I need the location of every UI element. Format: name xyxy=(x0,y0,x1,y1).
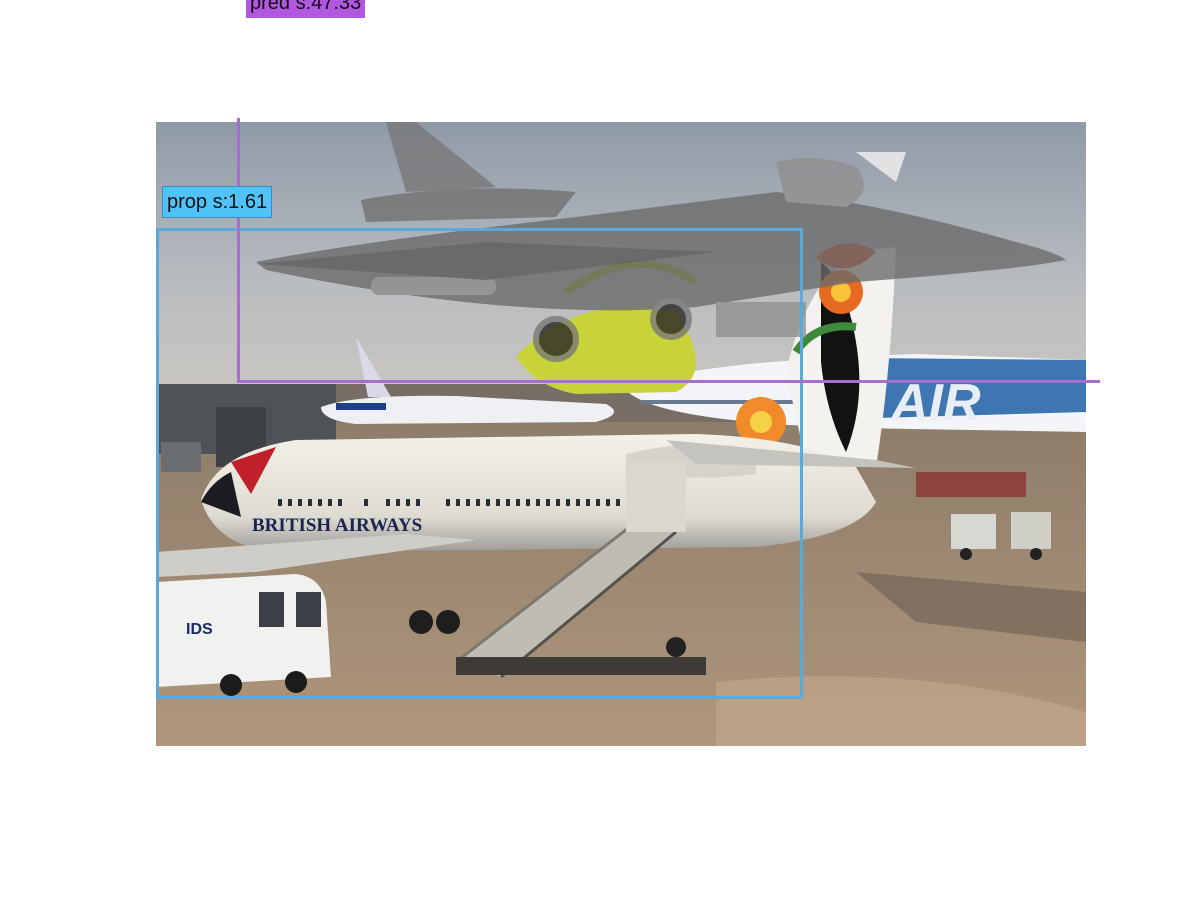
van-logo-text: IDS xyxy=(186,621,213,638)
proposal-score-label: prop s:1.61 xyxy=(162,186,273,218)
air-tail-text: AIR xyxy=(889,374,981,432)
livery-text: BRITISH AIRWAYS xyxy=(252,515,422,536)
prediction-score-label: pred s:47.33 xyxy=(246,0,366,18)
window-row xyxy=(278,499,680,506)
airport-photo: AIR BRITISH AIRWAYS IDS xyxy=(156,122,1086,746)
white-van xyxy=(156,574,331,687)
